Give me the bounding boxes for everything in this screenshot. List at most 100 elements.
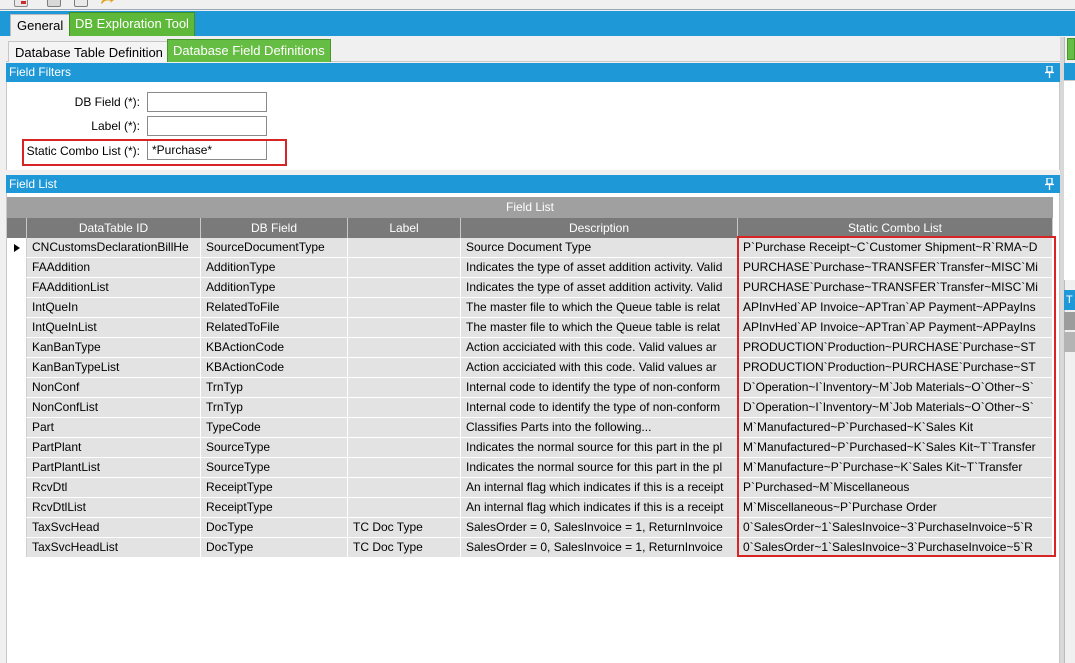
cell-db-field[interactable]: TrnTyp (201, 398, 348, 417)
cell-label[interactable] (348, 278, 461, 297)
cell-label[interactable]: TC Doc Type (348, 518, 461, 537)
cell-db-field[interactable]: KBActionCode (201, 358, 348, 377)
label-filter-input[interactable] (147, 116, 267, 136)
cell-description[interactable]: Indicates the normal source for this par… (461, 458, 738, 477)
cell-db-field[interactable]: TrnTyp (201, 378, 348, 397)
cell-datatable-id[interactable]: RcvDtlList (27, 498, 201, 517)
cell-datatable-id[interactable]: NonConfList (27, 398, 201, 417)
column-header-static-combo-list[interactable]: Static Combo List (738, 218, 1053, 238)
cell-description[interactable]: An internal flag which indicates if this… (461, 498, 738, 517)
cell-datatable-id[interactable]: RcvDtl (27, 478, 201, 497)
cell-db-field[interactable]: SourceType (201, 458, 348, 477)
row-selector[interactable] (7, 478, 27, 497)
cell-db-field[interactable]: SourceType (201, 438, 348, 457)
field-list-header: Field List (6, 175, 1060, 194)
cell-label[interactable] (348, 318, 461, 337)
cell-description[interactable]: The master file to which the Queue table… (461, 318, 738, 337)
row-selector[interactable] (7, 398, 27, 417)
row-selector[interactable] (7, 458, 27, 477)
cell-label[interactable] (348, 338, 461, 357)
tab-database-table-definition[interactable]: Database Table Definition (8, 41, 170, 62)
row-selector[interactable] (7, 238, 27, 257)
cell-label[interactable] (348, 358, 461, 377)
cell-datatable-id[interactable]: TaxSvcHeadList (27, 538, 201, 557)
cell-datatable-id[interactable]: FAAdditionList (27, 278, 201, 297)
cell-datatable-id[interactable]: PartPlant (27, 438, 201, 457)
cell-label[interactable] (348, 298, 461, 317)
cell-description[interactable]: Indicates the normal source for this par… (461, 438, 738, 457)
cell-description[interactable]: Internal code to identify the type of no… (461, 378, 738, 397)
column-header-datatable-id[interactable]: DataTable ID (27, 218, 201, 238)
copy-icon[interactable] (74, 0, 88, 7)
cell-description[interactable]: SalesOrder = 0, SalesInvoice = 1, Return… (461, 518, 738, 537)
cell-db-field[interactable]: RelatedToFile (201, 298, 348, 317)
arrow-icon[interactable] (100, 0, 114, 5)
cell-db-field[interactable]: DocType (201, 518, 348, 537)
row-selector[interactable] (7, 498, 27, 517)
cell-description[interactable]: Action acciciated with this code. Valid … (461, 338, 738, 357)
cell-description[interactable]: SalesOrder = 0, SalesInvoice = 1, Return… (461, 538, 738, 557)
cell-datatable-id[interactable]: Part (27, 418, 201, 437)
cell-datatable-id[interactable]: IntQueInList (27, 318, 201, 337)
cell-label[interactable] (348, 418, 461, 437)
cell-datatable-id[interactable]: KanBanType (27, 338, 201, 357)
right-panel-tab[interactable] (1067, 38, 1075, 60)
tab-db-exploration-tool[interactable]: DB Exploration Tool (69, 12, 195, 36)
cell-label[interactable] (348, 378, 461, 397)
print-icon[interactable] (47, 0, 61, 7)
row-selector[interactable] (7, 298, 27, 317)
cell-db-field[interactable]: AdditionType (201, 278, 348, 297)
db-field-input[interactable] (147, 92, 267, 112)
cell-label[interactable] (348, 238, 461, 257)
pin-icon[interactable] (1045, 178, 1054, 190)
cell-description[interactable]: Indicates the type of asset addition act… (461, 258, 738, 277)
cell-db-field[interactable]: ReceiptType (201, 478, 348, 497)
row-selector[interactable] (7, 338, 27, 357)
cell-db-field[interactable]: KBActionCode (201, 338, 348, 357)
cell-description[interactable]: An internal flag which indicates if this… (461, 478, 738, 497)
cell-label[interactable] (348, 498, 461, 517)
cell-datatable-id[interactable]: NonConf (27, 378, 201, 397)
tab-database-field-definitions[interactable]: Database Field Definitions (167, 39, 331, 62)
cell-datatable-id[interactable]: FAAddition (27, 258, 201, 277)
cell-datatable-id[interactable]: KanBanTypeList (27, 358, 201, 377)
row-selector[interactable] (7, 538, 27, 557)
row-selector[interactable] (7, 258, 27, 277)
column-header-description[interactable]: Description (461, 218, 738, 238)
cell-description[interactable]: Indicates the type of asset addition act… (461, 278, 738, 297)
row-selector[interactable] (7, 318, 27, 337)
cell-label[interactable]: TC Doc Type (348, 538, 461, 557)
cell-description[interactable]: Action acciciated with this code. Valid … (461, 358, 738, 377)
cell-db-field[interactable]: RelatedToFile (201, 318, 348, 337)
cell-label[interactable] (348, 478, 461, 497)
cell-db-field[interactable]: ReceiptType (201, 498, 348, 517)
document-icon[interactable] (14, 0, 28, 7)
right-panel-cell (1064, 312, 1075, 330)
cell-description[interactable]: The master file to which the Queue table… (461, 298, 738, 317)
cell-label[interactable] (348, 458, 461, 477)
row-selector[interactable] (7, 438, 27, 457)
tab-general[interactable]: General (10, 14, 71, 36)
cell-datatable-id[interactable]: IntQueIn (27, 298, 201, 317)
cell-label[interactable] (348, 438, 461, 457)
row-selector[interactable] (7, 358, 27, 377)
cell-description[interactable]: Classifies Parts into the following... (461, 418, 738, 437)
cell-datatable-id[interactable]: TaxSvcHead (27, 518, 201, 537)
cell-datatable-id[interactable]: PartPlantList (27, 458, 201, 477)
pin-icon[interactable] (1045, 66, 1054, 78)
row-selector[interactable] (7, 278, 27, 297)
cell-description[interactable]: Internal code to identify the type of no… (461, 398, 738, 417)
column-header-label[interactable]: Label (348, 218, 461, 238)
column-header-db-field[interactable]: DB Field (201, 218, 348, 238)
cell-db-field[interactable]: SourceDocumentType (201, 238, 348, 257)
cell-label[interactable] (348, 258, 461, 277)
cell-datatable-id[interactable]: CNCustomsDeclarationBillHe (27, 238, 201, 257)
cell-description[interactable]: Source Document Type (461, 238, 738, 257)
row-selector[interactable] (7, 418, 27, 437)
row-selector[interactable] (7, 518, 27, 537)
row-selector[interactable] (7, 378, 27, 397)
cell-db-field[interactable]: AdditionType (201, 258, 348, 277)
cell-label[interactable] (348, 398, 461, 417)
cell-db-field[interactable]: TypeCode (201, 418, 348, 437)
cell-db-field[interactable]: DocType (201, 538, 348, 557)
